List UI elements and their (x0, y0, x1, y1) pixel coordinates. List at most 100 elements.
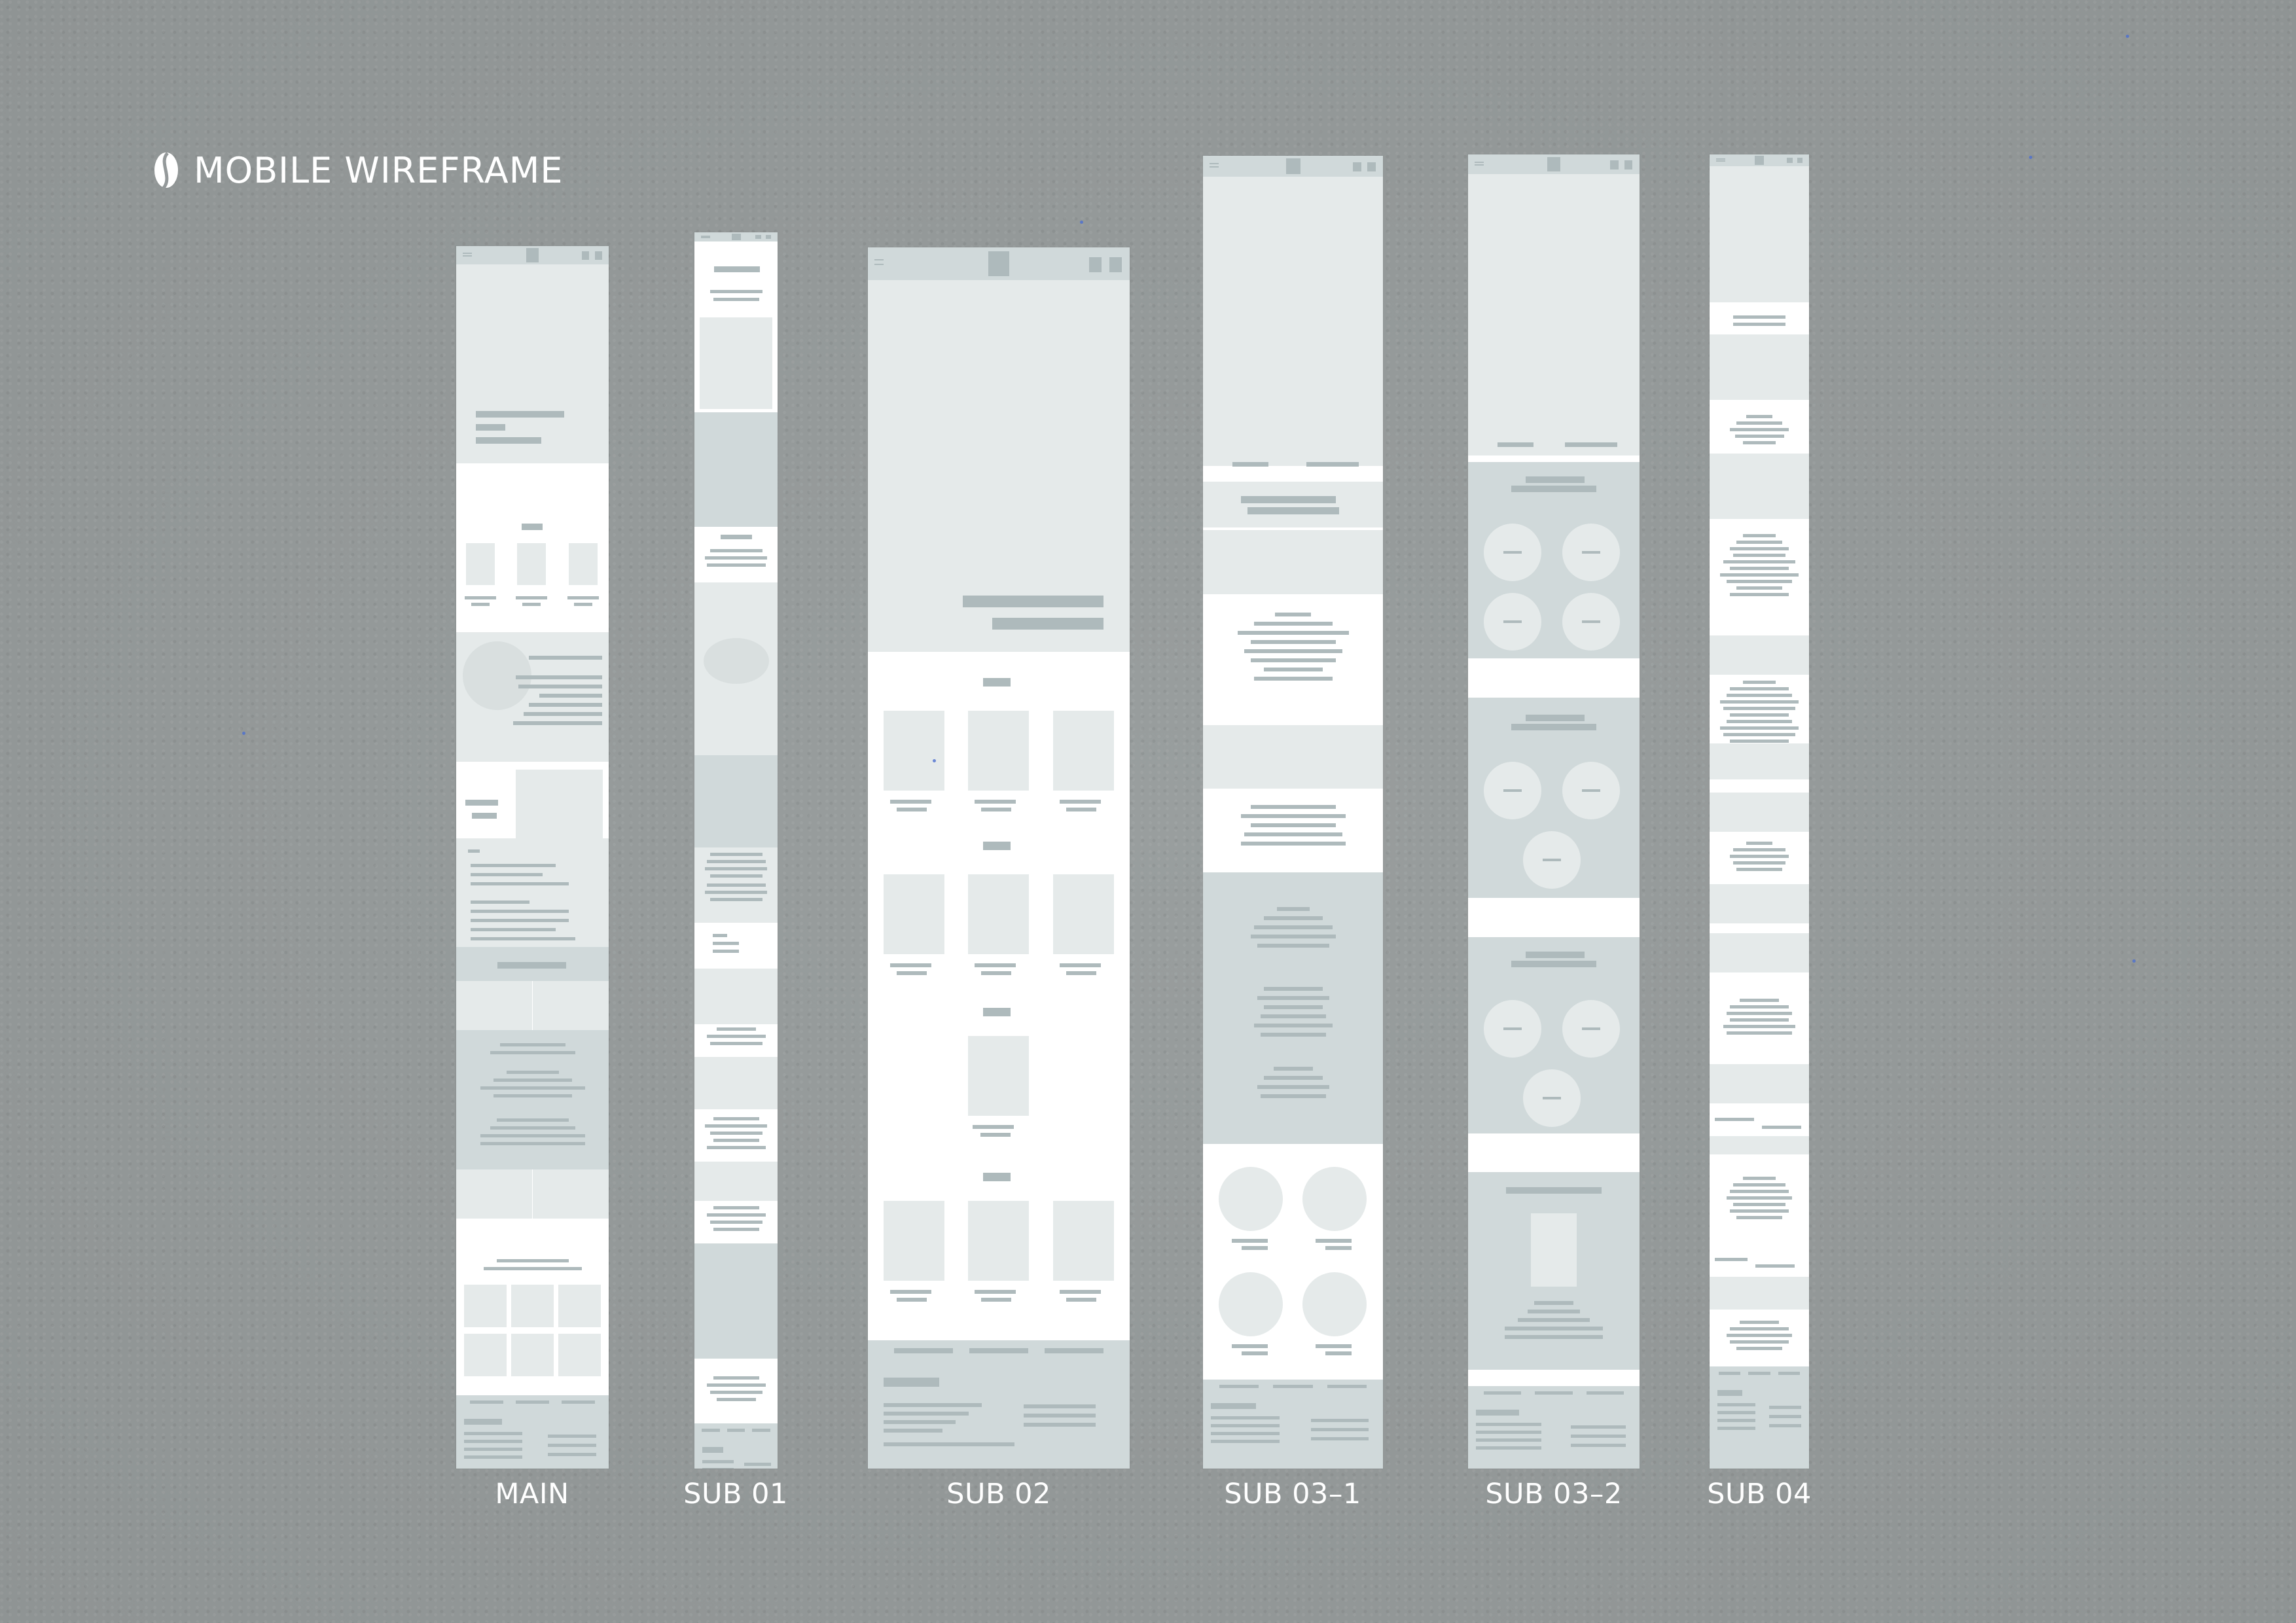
paper-speck (2132, 959, 2136, 963)
text-line (1273, 1067, 1313, 1071)
text-line (1232, 462, 1268, 467)
section-block (1203, 530, 1383, 594)
header-icon (581, 251, 590, 260)
wireframe-label-sub01: SUB 01 (683, 1478, 788, 1510)
text-line (1730, 687, 1789, 690)
text-line (464, 1440, 522, 1443)
text-line (1263, 987, 1323, 991)
text-line (464, 1455, 522, 1459)
text-line (1733, 323, 1785, 326)
text-line (1240, 842, 1346, 846)
text-line (1582, 620, 1600, 623)
text-line (1503, 789, 1522, 792)
text-line (1740, 999, 1779, 1002)
paper-speck (2126, 35, 2129, 38)
text-line (1260, 1033, 1326, 1037)
logo-placeholder (1547, 156, 1561, 172)
text-line (975, 800, 1016, 804)
text-line (1253, 622, 1333, 626)
text-line (713, 934, 727, 937)
hamburger-icon (1716, 160, 1725, 162)
text-line (709, 874, 762, 878)
text-line (480, 1086, 585, 1090)
text-line (1736, 421, 1782, 425)
text-line (1730, 855, 1789, 858)
section-block (694, 923, 778, 969)
text-line (515, 1400, 550, 1404)
text-line (493, 1094, 572, 1097)
text-line (706, 1383, 766, 1387)
section-block (1710, 334, 1809, 400)
text-line (1244, 649, 1342, 653)
text-line (1260, 1094, 1326, 1098)
text-line (1060, 963, 1101, 967)
section-block (694, 1057, 778, 1109)
image-circle (1219, 1167, 1283, 1231)
section-block (1203, 177, 1383, 466)
text-line (706, 1035, 766, 1038)
text-line (1276, 907, 1310, 911)
text-line (709, 1132, 762, 1135)
hamburger-icon (463, 255, 472, 257)
text-line (1316, 1344, 1352, 1348)
text-line (973, 1125, 1014, 1129)
text-line (713, 298, 759, 301)
wireframe-label-main: MAIN (495, 1478, 569, 1510)
text-line (713, 1376, 759, 1380)
text-line (709, 1042, 762, 1045)
text-line (721, 535, 752, 539)
text-line (1720, 573, 1799, 577)
text-line (1730, 428, 1789, 431)
text-line (884, 1412, 969, 1416)
text-line (529, 703, 602, 707)
page-title: MOBILE WIREFRAME (152, 149, 563, 191)
text-line (1211, 1424, 1280, 1427)
text-line (744, 1463, 771, 1466)
text-line (1511, 724, 1596, 730)
text-line (709, 853, 762, 856)
text-line (1257, 1085, 1329, 1089)
hamburger-icon (701, 237, 710, 238)
section-block (1710, 793, 1809, 832)
text-line (490, 1126, 575, 1130)
text-line (983, 1008, 1011, 1016)
text-line (890, 1290, 931, 1294)
text-line (471, 864, 556, 867)
hamburger-icon (1210, 166, 1219, 168)
text-line (1769, 1406, 1801, 1409)
text-line (547, 1453, 597, 1456)
text-line (483, 1267, 582, 1270)
section-block (1710, 1136, 1809, 1154)
hamburger-icon (1210, 163, 1219, 165)
text-line (1743, 441, 1776, 444)
text-line (471, 910, 569, 913)
text-line (1715, 1258, 1748, 1261)
image-placeholder (884, 1201, 944, 1281)
text-line (1526, 476, 1585, 483)
text-line (1060, 1290, 1101, 1294)
text-line (897, 971, 927, 975)
text-line (709, 290, 762, 293)
text-line (464, 1448, 522, 1451)
text-line (1232, 1344, 1268, 1348)
text-line (1241, 496, 1336, 503)
hamburger-icon (1716, 158, 1725, 160)
text-line (465, 596, 496, 599)
text-line (1571, 1444, 1626, 1447)
section-block (694, 1243, 778, 1359)
text-line (1723, 733, 1795, 736)
text-line (706, 1213, 766, 1217)
text-line (1717, 1390, 1742, 1396)
text-line (1260, 1014, 1326, 1018)
wireframe-sub01 (694, 232, 778, 1469)
text-line (1325, 1246, 1352, 1250)
text-line (1743, 1177, 1776, 1180)
text-line (1571, 1435, 1626, 1438)
text-line (1727, 580, 1792, 583)
text-line (547, 1444, 597, 1447)
text-line (1736, 1347, 1782, 1350)
text-line (1476, 1438, 1541, 1442)
wireframe-sub03-1 (1203, 156, 1383, 1469)
text-line (705, 891, 767, 894)
image-placeholder (968, 711, 1029, 791)
